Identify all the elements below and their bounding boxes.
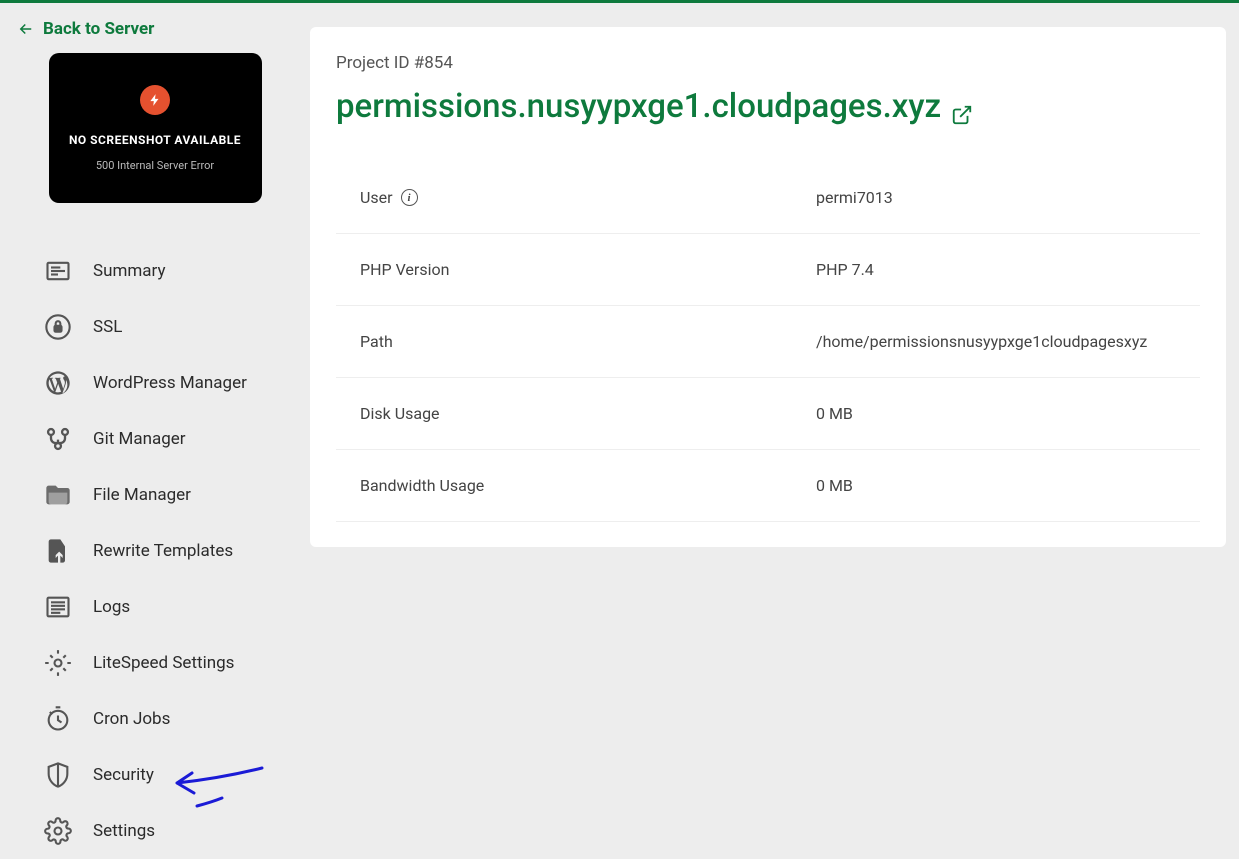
sidebar-item-label: Cron Jobs	[93, 709, 170, 729]
info-label: User i	[336, 188, 816, 207]
sidebar-item-litespeed[interactable]: LiteSpeed Settings	[43, 635, 295, 691]
sidebar-item-label: Rewrite Templates	[93, 541, 233, 561]
info-value: PHP 7.4	[816, 260, 1200, 279]
summary-icon	[43, 256, 73, 286]
sidebar-item-git[interactable]: Git Manager	[43, 411, 295, 467]
sidebar: Back to Server NO SCREENSHOT AVAILABLE 5…	[0, 3, 310, 833]
project-id: Project ID #854	[336, 53, 1200, 73]
screenshot-preview: NO SCREENSHOT AVAILABLE 500 Internal Ser…	[49, 53, 262, 203]
sidebar-item-label: Logs	[93, 597, 130, 617]
wordpress-icon	[43, 368, 73, 398]
sidebar-item-label: SSL	[93, 317, 122, 337]
gear-icon	[43, 648, 73, 678]
back-to-server-link[interactable]: Back to Server	[15, 15, 295, 53]
shield-icon	[43, 760, 73, 790]
stopwatch-icon	[43, 704, 73, 734]
git-icon	[43, 424, 73, 454]
arrow-left-icon	[17, 20, 35, 38]
logs-icon	[43, 592, 73, 622]
info-label-text: Path	[360, 332, 393, 351]
sidebar-item-security[interactable]: Security	[43, 747, 295, 803]
info-label-text: User	[360, 188, 393, 207]
info-row-bandwidth: Bandwidth Usage 0 MB	[336, 450, 1200, 522]
sidebar-item-logs[interactable]: Logs	[43, 579, 295, 635]
project-card: Project ID #854 permissions.nusyypxge1.c…	[310, 27, 1226, 547]
folder-icon	[43, 480, 73, 510]
info-label-text: Bandwidth Usage	[360, 476, 484, 495]
info-row-disk: Disk Usage 0 MB	[336, 378, 1200, 450]
info-value: 0 MB	[816, 476, 1200, 495]
sidebar-item-cron[interactable]: Cron Jobs	[43, 691, 295, 747]
sidebar-item-file-manager[interactable]: File Manager	[43, 467, 295, 523]
no-screenshot-title: NO SCREENSHOT AVAILABLE	[69, 133, 241, 147]
sidebar-item-summary[interactable]: Summary	[43, 243, 295, 299]
info-label-text: PHP Version	[360, 260, 449, 279]
domain-link[interactable]: permissions.nusyypxge1.cloudpages.xyz	[336, 87, 973, 126]
sidebar-item-label: File Manager	[93, 485, 191, 505]
info-value: /home/permissionsnusyypxge1cloudpagesxyz	[816, 332, 1200, 351]
sidebar-item-label: LiteSpeed Settings	[93, 653, 234, 673]
info-label: Path	[336, 332, 816, 351]
info-label: PHP Version	[336, 260, 816, 279]
domain-text: permissions.nusyypxge1.cloudpages.xyz	[336, 87, 941, 126]
sidebar-item-label: WordPress Manager	[93, 373, 247, 393]
bolt-icon	[140, 85, 170, 115]
external-link-icon	[951, 96, 973, 118]
info-value: permi7013	[816, 188, 1200, 207]
sidebar-item-label: Security	[93, 765, 154, 785]
info-label: Bandwidth Usage	[336, 476, 816, 495]
back-label: Back to Server	[43, 19, 154, 39]
info-row-path: Path /home/permissionsnusyypxge1cloudpag…	[336, 306, 1200, 378]
sidebar-item-ssl[interactable]: SSL	[43, 299, 295, 355]
info-value: 0 MB	[816, 404, 1200, 423]
sidebar-item-wordpress[interactable]: WordPress Manager	[43, 355, 295, 411]
info-row-php: PHP Version PHP 7.4	[336, 234, 1200, 306]
sidebar-item-rewrite[interactable]: Rewrite Templates	[43, 523, 295, 579]
lock-icon	[43, 312, 73, 342]
settings-icon	[43, 816, 73, 846]
info-label-text: Disk Usage	[360, 404, 440, 423]
sidebar-item-label: Git Manager	[93, 429, 186, 449]
file-arrow-icon	[43, 536, 73, 566]
no-screenshot-subtitle: 500 Internal Server Error	[96, 159, 214, 172]
sidebar-item-settings[interactable]: Settings	[43, 803, 295, 859]
info-icon[interactable]: i	[401, 189, 418, 206]
info-label: Disk Usage	[336, 404, 816, 423]
info-row-user: User i permi7013	[336, 162, 1200, 234]
main-content: Project ID #854 permissions.nusyypxge1.c…	[310, 3, 1239, 833]
sidebar-item-label: Summary	[93, 261, 165, 281]
nav-list: Summary SSL WordPress Manager Git Manage…	[15, 243, 295, 859]
sidebar-item-label: Settings	[93, 821, 155, 841]
info-table: User i permi7013 PHP Version PHP 7.4 Pat…	[336, 162, 1200, 522]
